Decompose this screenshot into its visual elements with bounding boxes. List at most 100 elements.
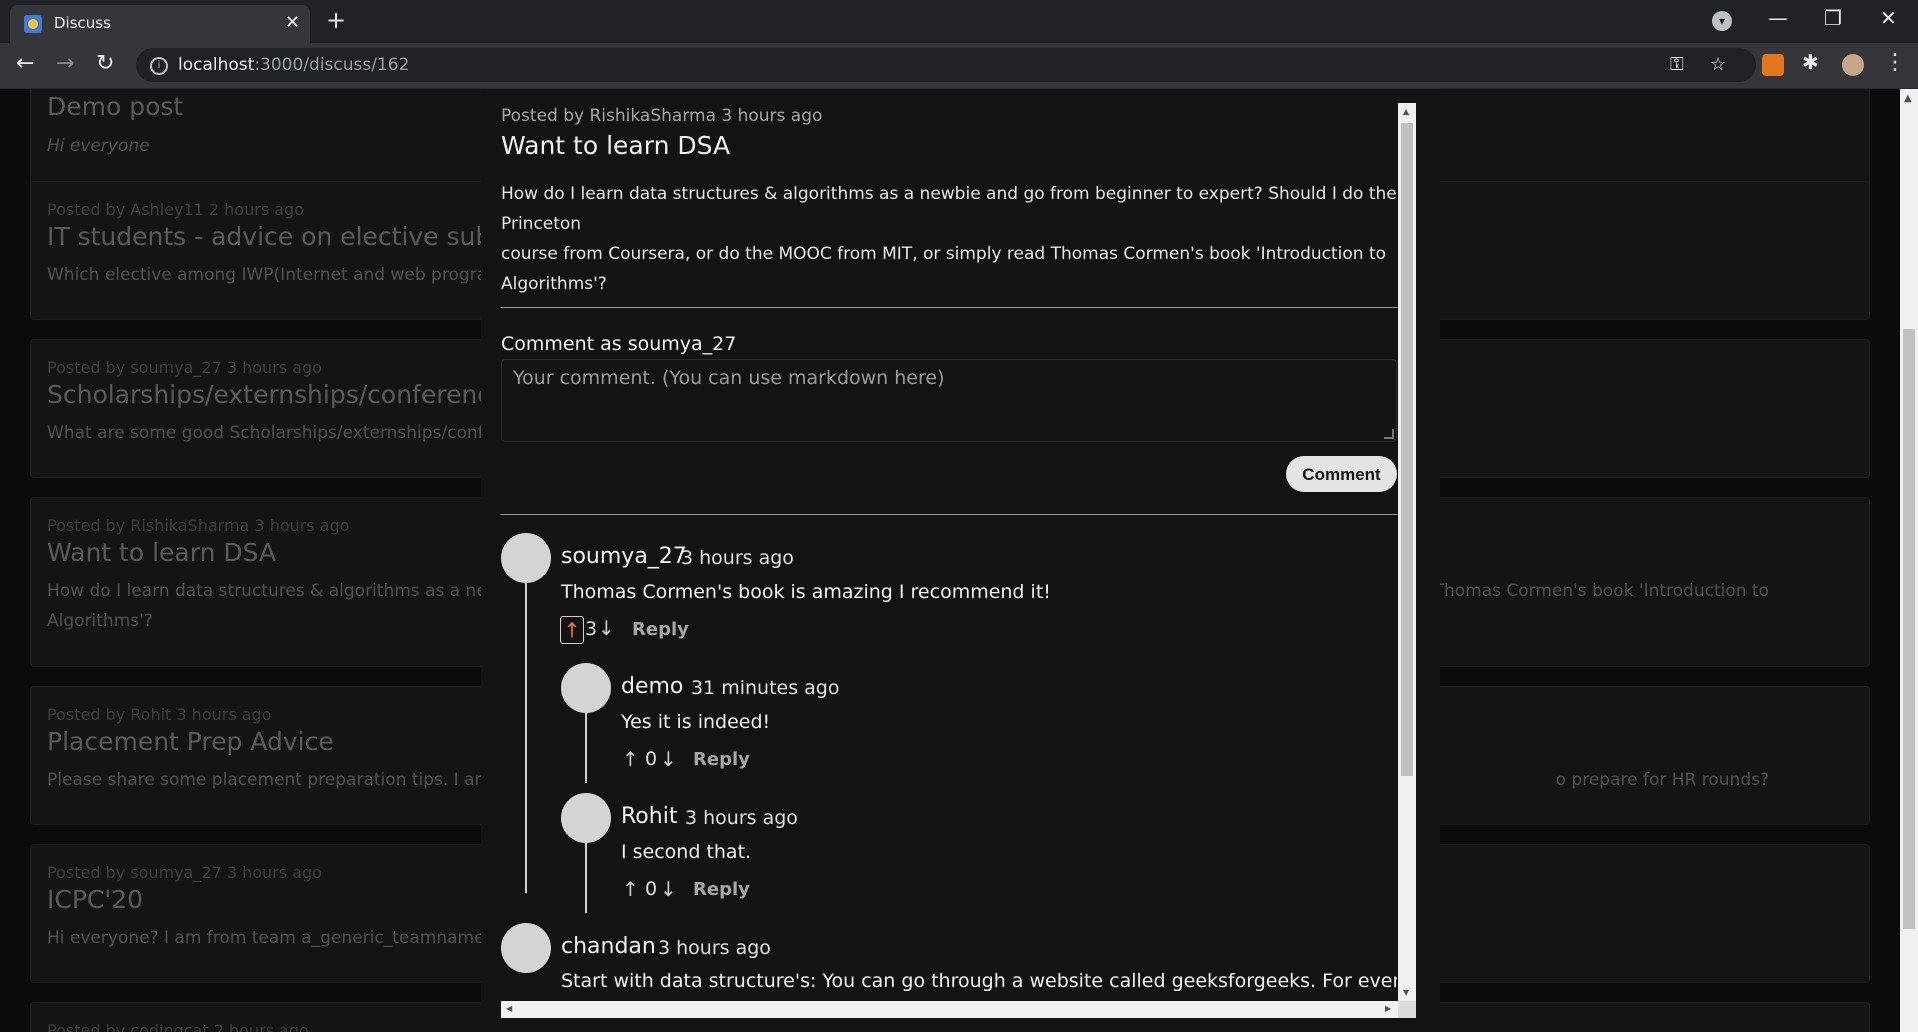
comment-time: 31 minutes ago (691, 677, 840, 699)
background-post-meta: Posted by soumya_27 3 hours ago (47, 863, 322, 882)
comment-text: Yes it is indeed! (621, 711, 771, 733)
post-body: How do I learn data structures & algorit… (501, 179, 1397, 299)
browser-toolbar: ← → ↻ i localhost:3000/discuss/162 ⚿ ☆ ✱… (0, 43, 1918, 89)
comment-author[interactable]: Rohit (621, 804, 677, 829)
url-host: localhost (178, 55, 255, 75)
background-post-text: Algorithms'? (47, 611, 153, 631)
background-post-title: Placement Prep Advice (47, 727, 334, 756)
comment-as-label: Comment as soumya_27 (501, 333, 737, 355)
comment-time: 3 hours ago (681, 547, 794, 569)
reload-button[interactable]: ↻ (96, 51, 114, 76)
browser-tab-strip: Discuss ✕ + ▾ — ❐ ✕ (0, 0, 1918, 43)
forward-button[interactable]: → (56, 51, 74, 76)
downvote-arrow-icon[interactable]: ↓ (598, 616, 615, 640)
post-body-line: How do I learn data structures & algorit… (501, 184, 1397, 234)
reply-button[interactable]: Reply (693, 879, 750, 900)
back-button[interactable]: ← (16, 51, 34, 76)
comment-author[interactable]: demo (621, 674, 683, 699)
site-info-icon[interactable]: i (150, 57, 168, 75)
background-post-text: How do I learn data structures & algorit… (47, 581, 527, 601)
page-scrollbar[interactable]: ▲ (1900, 89, 1918, 1032)
background-post-title: Want to learn DSA (47, 538, 277, 567)
background-post-title: Scholarships/externships/conferences (47, 380, 520, 409)
resize-grip-icon[interactable] (1384, 429, 1394, 439)
comment-author[interactable]: chandan (561, 934, 656, 959)
url-text[interactable]: localhost:3000/discuss/162 (178, 55, 409, 75)
tab-search-icon[interactable]: ▾ (1712, 11, 1732, 31)
background-post-title: ICPC'20 (47, 885, 144, 914)
comment-text: I second that. (621, 841, 752, 863)
tab-title: Discuss (54, 14, 111, 32)
divider (501, 514, 1397, 515)
comment-avatar (501, 533, 551, 583)
background-post-meta: Posted by codingcat 2 hours ago (47, 1021, 309, 1032)
background-post-text: Hi everyone (47, 136, 150, 156)
discuss-favicon-icon (24, 15, 42, 33)
background-post-text: Please share some placement preparation … (47, 770, 535, 790)
modal-scrollbar-thumb[interactable] (1401, 123, 1413, 776)
background-post-title: IT students - advice on elective subject… (47, 222, 551, 251)
background-post-meta: Posted by RishikaSharma 3 hours ago (47, 516, 350, 535)
comment-box (501, 359, 1397, 442)
reply-button[interactable]: Reply (632, 619, 689, 640)
background-post-text: What are some good Scholarships/externsh… (47, 423, 522, 443)
background-post-text: Hi everyone? I am from team a_generic_te… (47, 928, 533, 948)
background-post-text: o prepare for HR rounds? (1555, 770, 1769, 790)
reply-button[interactable]: Reply (693, 749, 750, 770)
thread-collapse-line[interactable] (525, 583, 527, 893)
vote-count: 0 (645, 748, 658, 770)
profile-avatar[interactable] (1842, 54, 1864, 76)
modal-scrollbar[interactable]: ▲ ▼ (1398, 103, 1416, 1001)
scrollbar-corner (1398, 1001, 1416, 1018)
post-body-line: Algorithms'? (501, 274, 607, 294)
comment-avatar (501, 923, 551, 973)
scroll-right-arrow-icon[interactable]: ▶ (1385, 1004, 1391, 1013)
browser-tab[interactable]: Discuss ✕ (10, 5, 310, 43)
browser-menu-icon[interactable]: ⋮ (1884, 50, 1906, 75)
background-post-text: Thomas Cormen's book 'Introduction to (1433, 581, 1769, 601)
comment-text: Start with data structure's: You can go … (561, 970, 1397, 992)
thread-collapse-line[interactable] (585, 843, 587, 913)
comment-input[interactable] (502, 360, 1394, 440)
downvote-arrow-icon[interactable]: ↓ (660, 747, 677, 771)
vote-count: 3 (585, 618, 598, 640)
upvote-arrow-icon[interactable]: ↑ (622, 747, 639, 771)
url-path: :3000/discuss/162 (254, 55, 410, 75)
downvote-arrow-icon[interactable]: ↓ (660, 877, 677, 901)
page-scrollbar-thumb[interactable] (1903, 329, 1915, 929)
comment-time: 3 hours ago (658, 937, 771, 959)
comment-submit-button[interactable]: Comment (1286, 456, 1397, 492)
scroll-up-arrow-icon[interactable]: ▲ (1403, 107, 1409, 116)
post-meta: Posted by RishikaSharma 3 hours ago (501, 106, 823, 126)
new-tab-button[interactable]: + (326, 6, 346, 34)
comment-avatar (561, 793, 611, 843)
comment-avatar (561, 663, 611, 713)
upvote-arrow-icon[interactable]: ↑ (560, 616, 584, 644)
metamask-extension-icon[interactable] (1762, 54, 1784, 76)
bookmark-star-icon[interactable]: ☆ (1710, 54, 1726, 75)
restore-button[interactable]: ❐ (1824, 6, 1842, 30)
post-modal-content: Posted by RishikaSharma 3 hours ago Want… (501, 103, 1397, 1008)
address-bar[interactable]: i localhost:3000/discuss/162 ⚿ ☆ (136, 48, 1756, 82)
comment-text: Thomas Cormen's book is amazing I recomm… (561, 581, 1051, 603)
key-icon[interactable]: ⚿ (1670, 54, 1684, 75)
background-post-title: Demo post (47, 92, 184, 121)
scroll-left-arrow-icon[interactable]: ◀ (506, 1004, 512, 1013)
minimize-button[interactable]: — (1768, 6, 1788, 30)
modal-horizontal-scrollbar[interactable]: ◀ ▶ (501, 1001, 1398, 1018)
extensions-puzzle-icon[interactable]: ✱ (1802, 50, 1824, 74)
post-title: Want to learn DSA (501, 131, 731, 160)
upvote-arrow-icon[interactable]: ↑ (622, 877, 639, 901)
tab-close-icon[interactable]: ✕ (285, 12, 300, 33)
vote-count: 0 (645, 878, 658, 900)
comment-time: 3 hours ago (685, 807, 798, 829)
close-window-button[interactable]: ✕ (1880, 6, 1897, 30)
post-modal: Posted by RishikaSharma 3 hours ago Want… (481, 89, 1440, 1032)
background-post-meta: Posted by Rohit 3 hours ago (47, 705, 272, 724)
comment-author[interactable]: soumya_27 (561, 544, 687, 569)
thread-collapse-line[interactable] (585, 713, 587, 783)
background-post-text: Which elective among IWP(Internet and we… (47, 265, 525, 285)
scroll-down-arrow-icon[interactable]: ▼ (1403, 988, 1409, 997)
scroll-up-arrow-icon[interactable]: ▲ (1904, 93, 1912, 104)
background-post-meta: Posted by soumya_27 3 hours ago (47, 358, 322, 377)
